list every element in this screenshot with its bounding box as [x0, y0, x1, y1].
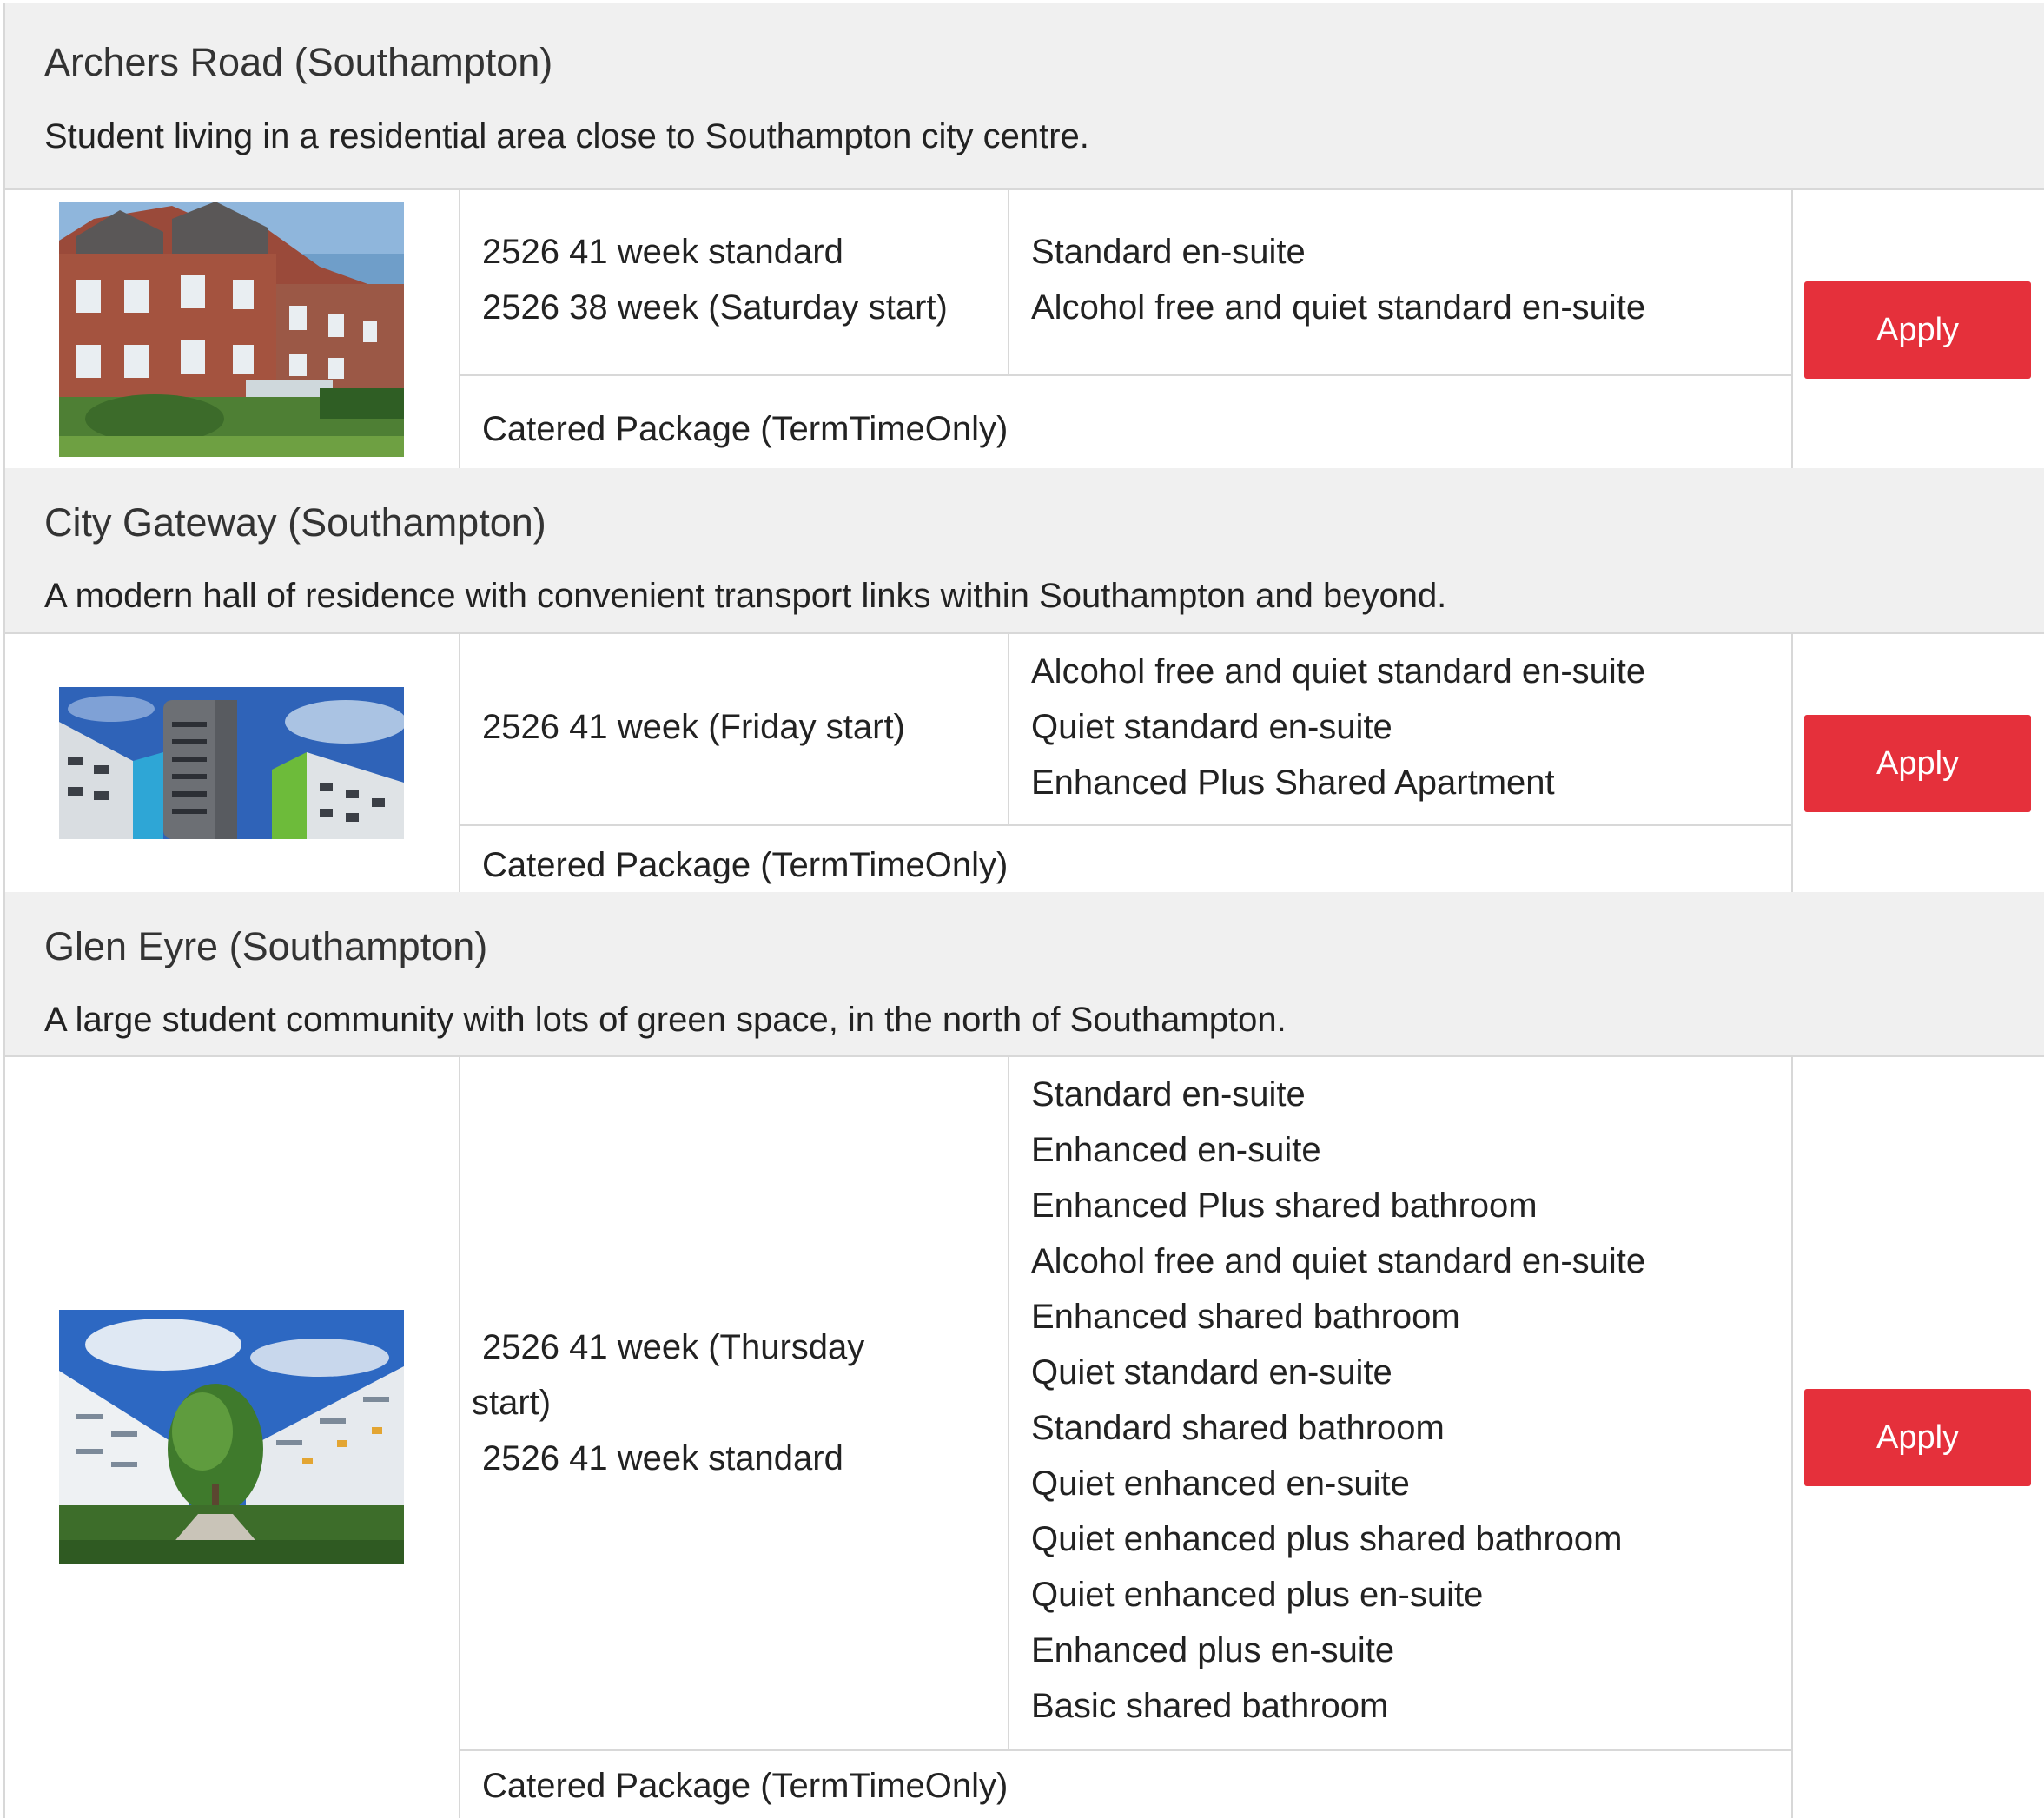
residence-description: Student living in a residential area clo… [44, 117, 1089, 155]
room-type-list: Standard en-suite Alcohol free and quiet… [1031, 224, 1645, 335]
residence-name: Archers Road (Southampton) [44, 40, 553, 84]
contract-option: 2526 38 week (Saturday start) [482, 288, 948, 327]
package-label: Catered Package (TermTimeOnly) [482, 1767, 1009, 1805]
room-type: Standard en-suite [1031, 1075, 1306, 1114]
residence-header: City Gateway (Southampton) A modern hall… [5, 468, 2044, 634]
contract-option: start) [472, 1384, 552, 1422]
room-type: Alcohol free and quiet standard en-suite [1031, 652, 1646, 691]
residence-header: Archers Road (Southampton) Student livin… [5, 3, 2044, 190]
room-type: Standard en-suite [1031, 233, 1306, 271]
contract-option: 2526 41 week standard [482, 1439, 843, 1478]
room-type: Alcohol free and quiet standard en-suite [1031, 288, 1646, 327]
room-type: Standard shared bathroom [1031, 1409, 1445, 1447]
apply-button[interactable]: Apply [1804, 1389, 2031, 1486]
room-type: Enhanced en-suite [1031, 1131, 1321, 1169]
residence-description: A modern hall of residence with convenie… [44, 577, 1447, 615]
room-type: Enhanced Plus shared bathroom [1031, 1187, 1538, 1225]
apply-button[interactable]: Apply [1804, 715, 2031, 812]
residence-name: Glen Eyre (Southampton) [44, 924, 488, 968]
residence-header: Glen Eyre (Southampton) A large student … [5, 892, 2044, 1057]
room-type-list: Standard en-suite Enhanced en-suite Enha… [1031, 1067, 1645, 1734]
apply-button[interactable]: Apply [1804, 281, 2031, 379]
room-type: Quiet enhanced plus shared bathroom [1031, 1520, 1623, 1558]
room-type: Quiet standard en-suite [1031, 708, 1392, 746]
room-type: Quiet standard en-suite [1031, 1353, 1392, 1392]
contract-list: 2526 41 week (Thursday start) 2526 41 we… [472, 1319, 864, 1486]
contract-list: 2526 41 week standard 2526 38 week (Satu… [482, 224, 948, 335]
room-type: Alcohol free and quiet standard en-suite [1031, 1242, 1646, 1280]
contract-option: 2526 41 week (Thursday [482, 1328, 865, 1366]
room-type: Quiet enhanced plus en-suite [1031, 1576, 1484, 1614]
residence-photo-glen-eyre [59, 1310, 404, 1564]
room-type: Quiet enhanced en-suite [1031, 1464, 1410, 1503]
room-type: Enhanced shared bathroom [1031, 1298, 1460, 1336]
residence-name: City Gateway (Southampton) [44, 500, 546, 545]
contract-list: 2526 41 week (Friday start) [482, 699, 905, 755]
room-type: Basic shared bathroom [1031, 1687, 1389, 1725]
package-label: Catered Package (TermTimeOnly) [482, 846, 1009, 884]
contract-option: 2526 41 week standard [482, 233, 843, 271]
room-type-list: Alcohol free and quiet standard en-suite… [1031, 644, 1645, 810]
residence-photo-city-gateway [59, 687, 404, 839]
residence-photo-archers-road [59, 202, 404, 457]
residence-description: A large student community with lots of g… [44, 1001, 1287, 1039]
package-label: Catered Package (TermTimeOnly) [482, 410, 1009, 448]
contract-option: 2526 41 week (Friday start) [482, 708, 905, 746]
room-type: Enhanced plus en-suite [1031, 1631, 1395, 1669]
room-type: Enhanced Plus Shared Apartment [1031, 764, 1555, 802]
